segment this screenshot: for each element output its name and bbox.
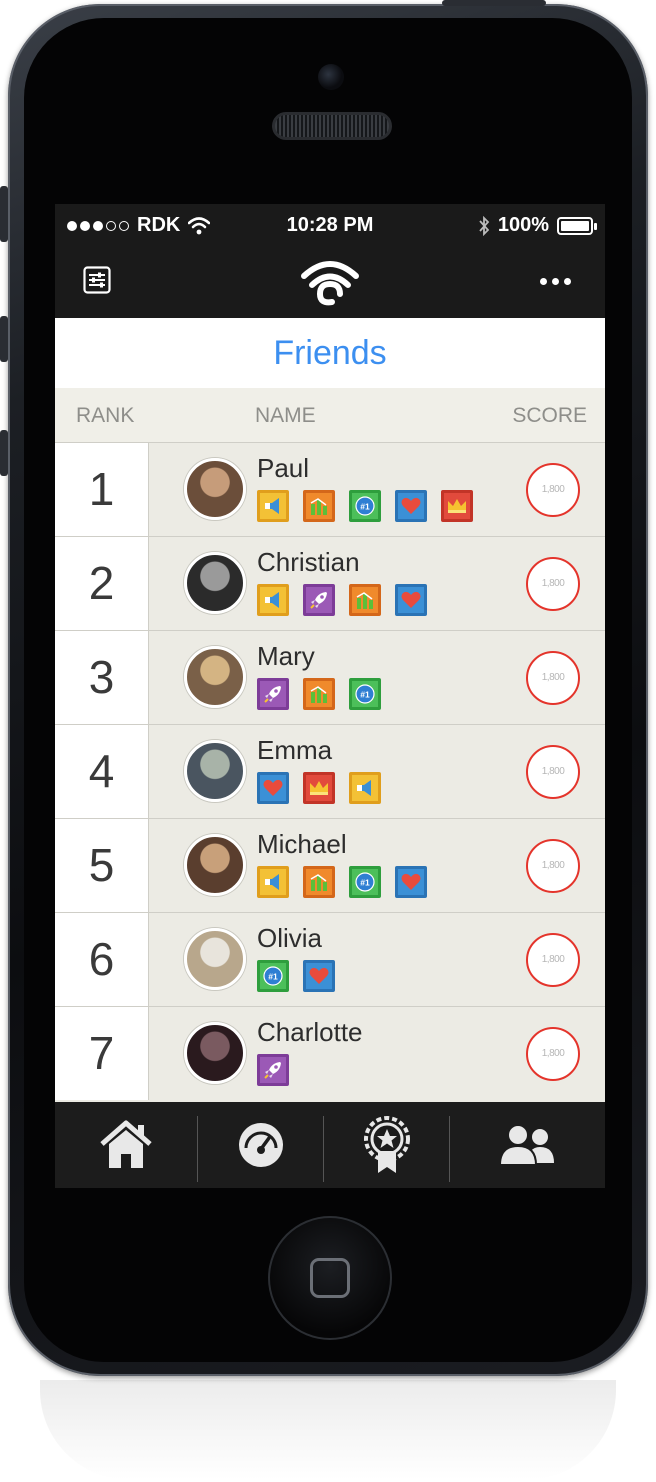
friends-icon	[498, 1124, 554, 1166]
score-ring: 1,800	[526, 839, 580, 893]
score-ring: 1,800	[526, 1027, 580, 1081]
score-ring: 1,800	[526, 463, 580, 517]
avatar[interactable]	[184, 740, 246, 802]
svg-text:#1: #1	[360, 690, 370, 700]
rocket-badge-icon[interactable]	[257, 1054, 289, 1086]
page-title: Friends	[55, 318, 605, 388]
chart-badge-icon[interactable]	[303, 866, 335, 898]
megaphone-badge-icon[interactable]	[257, 490, 289, 522]
battery-percent: 100%	[497, 214, 549, 236]
number-one-badge-icon[interactable]: #1	[349, 678, 381, 710]
player-name: Olivia	[257, 923, 323, 953]
badge-list: #1	[257, 490, 473, 522]
score-ring: 1,800	[526, 651, 580, 705]
badge-list: #1	[257, 960, 335, 992]
rocket-badge-icon[interactable]	[303, 584, 335, 616]
rank-number: 4	[55, 725, 149, 818]
rank-header: RANK	[76, 404, 135, 427]
player-name: Charlotte	[257, 1017, 363, 1047]
home-icon	[100, 1120, 152, 1168]
megaphone-badge-icon[interactable]	[349, 772, 381, 804]
volume-down-button	[0, 430, 8, 476]
badge-list	[257, 584, 427, 616]
rank-number: 1	[55, 443, 149, 536]
number-one-badge-icon[interactable]: #1	[257, 960, 289, 992]
sliders-icon[interactable]	[83, 266, 111, 299]
avatar[interactable]	[184, 834, 246, 896]
phone-reflection	[40, 1380, 616, 1480]
badge-list: #1	[257, 866, 427, 898]
heart-badge-icon[interactable]	[303, 960, 335, 992]
rank-number: 5	[55, 819, 149, 912]
leaderboard-row[interactable]: 4 Emma 1,800	[55, 724, 605, 818]
number-one-badge-icon[interactable]: #1	[349, 866, 381, 898]
player-name: Emma	[257, 735, 333, 765]
rank-number: 3	[55, 631, 149, 724]
tab-stats[interactable]	[198, 1102, 323, 1188]
player-name: Paul	[257, 453, 310, 483]
volume-up-button	[0, 316, 8, 362]
speedometer-icon	[238, 1123, 283, 1167]
avatar[interactable]	[184, 458, 246, 520]
crown-badge-icon[interactable]	[303, 772, 335, 804]
tab-home[interactable]	[55, 1102, 197, 1188]
chart-badge-icon[interactable]	[303, 490, 335, 522]
leaderboard-row[interactable]: 7 Charlotte 1,800	[55, 1006, 605, 1100]
heart-badge-icon[interactable]	[395, 490, 427, 522]
award-badge-icon	[363, 1116, 410, 1173]
leaderboard-row[interactable]: 3 Mary #1 1,800	[55, 630, 605, 724]
nav-bar	[55, 248, 605, 318]
badge-list	[257, 1054, 289, 1086]
tab-bar	[55, 1102, 605, 1188]
leaderboard-row[interactable]: 6 Olivia #1 1,800	[55, 912, 605, 1006]
heart-badge-icon[interactable]	[257, 772, 289, 804]
svg-text:#1: #1	[268, 972, 278, 982]
power-button	[442, 0, 546, 6]
svg-text:#1: #1	[360, 878, 370, 888]
name-header: NAME	[255, 404, 316, 427]
svg-text:#1: #1	[360, 502, 370, 512]
megaphone-badge-icon[interactable]	[257, 584, 289, 616]
score-header: SCORE	[512, 404, 587, 427]
tab-achievements[interactable]	[324, 1102, 449, 1188]
more-dots-icon[interactable]	[540, 278, 571, 285]
avatar[interactable]	[184, 928, 246, 990]
status-bar: RDK 10:28 PM 100%	[55, 204, 605, 248]
rank-number: 6	[55, 913, 149, 1006]
rocket-badge-icon[interactable]	[257, 678, 289, 710]
bluetooth-icon	[479, 215, 490, 236]
avatar[interactable]	[184, 646, 246, 708]
chart-badge-icon[interactable]	[349, 584, 381, 616]
avatar[interactable]	[184, 552, 246, 614]
rank-number: 7	[55, 1007, 149, 1100]
earpiece-speaker	[272, 112, 392, 140]
score-ring: 1,800	[526, 557, 580, 611]
home-button[interactable]	[268, 1216, 392, 1340]
front-camera	[318, 64, 344, 90]
player-name: Christian	[257, 547, 360, 577]
leaderboard-row[interactable]: 5 Michael #1 1,800	[55, 818, 605, 912]
column-headers: RANK NAME SCORE	[55, 388, 605, 442]
player-name: Michael	[257, 829, 347, 859]
score-ring: 1,800	[526, 745, 580, 799]
chart-badge-icon[interactable]	[303, 678, 335, 710]
badge-list: #1	[257, 678, 381, 710]
rank-number: 2	[55, 537, 149, 630]
leaderboard-row[interactable]: 2 Christian 1,800	[55, 536, 605, 630]
leaderboard-row[interactable]: 1 Paul #1 1,800	[55, 442, 605, 536]
app-screen: RDK 10:28 PM 100% Friends RANK NAME SCOR…	[55, 204, 605, 1188]
heart-badge-icon[interactable]	[395, 584, 427, 616]
wifi-logo-icon[interactable]	[298, 254, 362, 315]
crown-badge-icon[interactable]	[441, 490, 473, 522]
avatar[interactable]	[184, 1022, 246, 1084]
player-name: Mary	[257, 641, 315, 671]
heart-badge-icon[interactable]	[395, 866, 427, 898]
tab-friends[interactable]	[450, 1102, 605, 1188]
mute-switch	[0, 186, 8, 242]
badge-list	[257, 772, 381, 804]
number-one-badge-icon[interactable]: #1	[349, 490, 381, 522]
megaphone-badge-icon[interactable]	[257, 866, 289, 898]
battery-icon	[557, 216, 597, 235]
score-ring: 1,800	[526, 933, 580, 987]
